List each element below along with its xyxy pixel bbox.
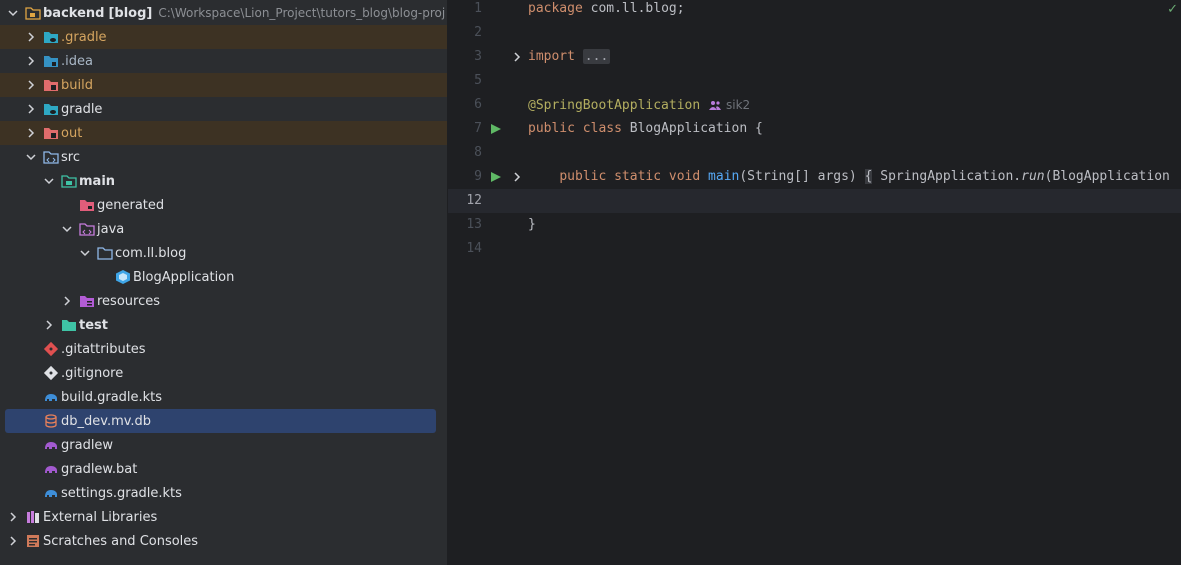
- tree-item-db-dev[interactable]: db_dev.mv.db: [5, 409, 436, 433]
- fold-arrow-icon[interactable]: [510, 165, 524, 189]
- tree-item-main[interactable]: main: [0, 169, 447, 193]
- tree-item-gradlew-bat[interactable]: gradlew.bat: [0, 457, 447, 481]
- chevron-down-icon[interactable]: [25, 149, 37, 165]
- gitignore-icon: [43, 365, 59, 381]
- code-editor[interactable]: ✓ 1 2 3 5 6 7 8 9 12 13 14 package com.l…: [448, 0, 1181, 565]
- git-icon: [43, 341, 59, 357]
- code-line-import[interactable]: import ...: [528, 45, 611, 69]
- code-line-package[interactable]: package com.ll.blog;: [528, 0, 685, 21]
- tree-item-package[interactable]: com.ll.blog: [0, 241, 447, 265]
- author-hint[interactable]: sik2: [708, 98, 750, 112]
- test-folder-icon: [61, 317, 77, 333]
- tree-item-blogapplication[interactable]: BlogApplication: [0, 265, 447, 289]
- current-line-highlight: [448, 189, 1181, 213]
- line-number[interactable]: 12: [448, 189, 482, 213]
- tree-item-gitattributes[interactable]: .gitattributes: [0, 337, 447, 361]
- line-number[interactable]: 2: [448, 21, 482, 45]
- chevron-down-icon[interactable]: [79, 245, 91, 261]
- tree-item-resources[interactable]: resources: [0, 289, 447, 313]
- tree-item-build-gradle-kts[interactable]: build.gradle.kts: [0, 385, 447, 409]
- gradle-elephant-icon: [43, 485, 59, 501]
- module-folder-icon: [61, 173, 77, 189]
- scratches-icon: [25, 533, 41, 549]
- line-number[interactable]: 9: [448, 165, 482, 189]
- chevron-down-icon[interactable]: [7, 5, 19, 21]
- tree-item-gradlew[interactable]: gradlew: [0, 433, 447, 457]
- check-icon[interactable]: ✓: [1167, 2, 1178, 17]
- tree-item-generated[interactable]: generated: [0, 193, 447, 217]
- excluded-folder-icon: [43, 77, 59, 93]
- idea-folder-icon: [43, 53, 59, 69]
- chevron-right-icon[interactable]: [7, 509, 19, 525]
- line-number[interactable]: 5: [448, 69, 482, 93]
- code-line-close[interactable]: }: [528, 213, 536, 237]
- library-icon: [25, 509, 41, 525]
- import-fold-placeholder[interactable]: ...: [582, 49, 611, 64]
- author-icon: [709, 101, 722, 110]
- chevron-right-icon[interactable]: [7, 533, 19, 549]
- chevron-down-icon[interactable]: [61, 221, 73, 237]
- line-number[interactable]: 14: [448, 237, 482, 261]
- run-icon[interactable]: [489, 117, 503, 141]
- tree-item-scratches[interactable]: Scratches and Consoles: [0, 529, 447, 553]
- tree-item-build[interactable]: build: [0, 73, 447, 97]
- resources-folder-icon: [79, 293, 95, 309]
- generated-folder-icon: [79, 197, 95, 213]
- source-folder-icon: [43, 149, 59, 165]
- code-line-class[interactable]: public class BlogApplication {: [528, 117, 763, 141]
- folded-brace[interactable]: {: [864, 169, 873, 184]
- tree-item-gitignore[interactable]: .gitignore: [0, 361, 447, 385]
- module-folder-icon: [25, 5, 41, 21]
- chevron-right-icon[interactable]: [25, 53, 37, 69]
- tree-item-src[interactable]: src: [0, 145, 447, 169]
- tree-item-idea[interactable]: .idea: [0, 49, 447, 73]
- chevron-right-icon[interactable]: [25, 29, 37, 45]
- chevron-right-icon[interactable]: [25, 77, 37, 93]
- gradle-folder-icon: [43, 29, 59, 45]
- tree-item-gradle-dir[interactable]: .gradle: [0, 25, 447, 49]
- fold-arrow-icon[interactable]: [510, 45, 524, 69]
- line-number[interactable]: 6: [448, 93, 482, 117]
- gradle-elephant-icon: [43, 461, 59, 477]
- code-line-main[interactable]: public static void main(String[] args) {…: [528, 165, 1170, 189]
- chevron-right-icon[interactable]: [25, 125, 37, 141]
- spring-class-icon: [115, 269, 131, 285]
- excluded-folder-icon: [43, 125, 59, 141]
- gradle-elephant-icon: [43, 389, 59, 405]
- chevron-right-icon[interactable]: [25, 101, 37, 117]
- gradle-folder-icon: [43, 101, 59, 117]
- line-number[interactable]: 8: [448, 141, 482, 165]
- tree-item-external-libraries[interactable]: External Libraries: [0, 505, 447, 529]
- chevron-right-icon[interactable]: [43, 317, 55, 333]
- package-icon: [97, 245, 113, 261]
- tree-item-out[interactable]: out: [0, 121, 447, 145]
- tree-root[interactable]: backend [blog] C:\Workspace\Lion_Project…: [0, 1, 447, 25]
- run-icon[interactable]: [489, 165, 503, 189]
- tree-item-gradle[interactable]: gradle: [0, 97, 447, 121]
- tree-item-java[interactable]: java: [0, 217, 447, 241]
- tree-item-settings-gradle-kts[interactable]: settings.gradle.kts: [0, 481, 447, 505]
- project-tool-window: backend [blog] C:\Workspace\Lion_Project…: [0, 0, 447, 565]
- chevron-down-icon[interactable]: [43, 173, 55, 189]
- tree-item-test[interactable]: test: [0, 313, 447, 337]
- line-number[interactable]: 3: [448, 45, 482, 69]
- database-icon: [43, 413, 59, 429]
- line-number[interactable]: 1: [448, 0, 482, 21]
- java-source-folder-icon: [79, 221, 95, 237]
- line-number[interactable]: 13: [448, 213, 482, 237]
- chevron-right-icon[interactable]: [61, 293, 73, 309]
- gradle-elephant-icon: [43, 437, 59, 453]
- line-number[interactable]: 7: [448, 117, 482, 141]
- code-line-annotation[interactable]: @SpringBootApplication sik2: [528, 93, 750, 117]
